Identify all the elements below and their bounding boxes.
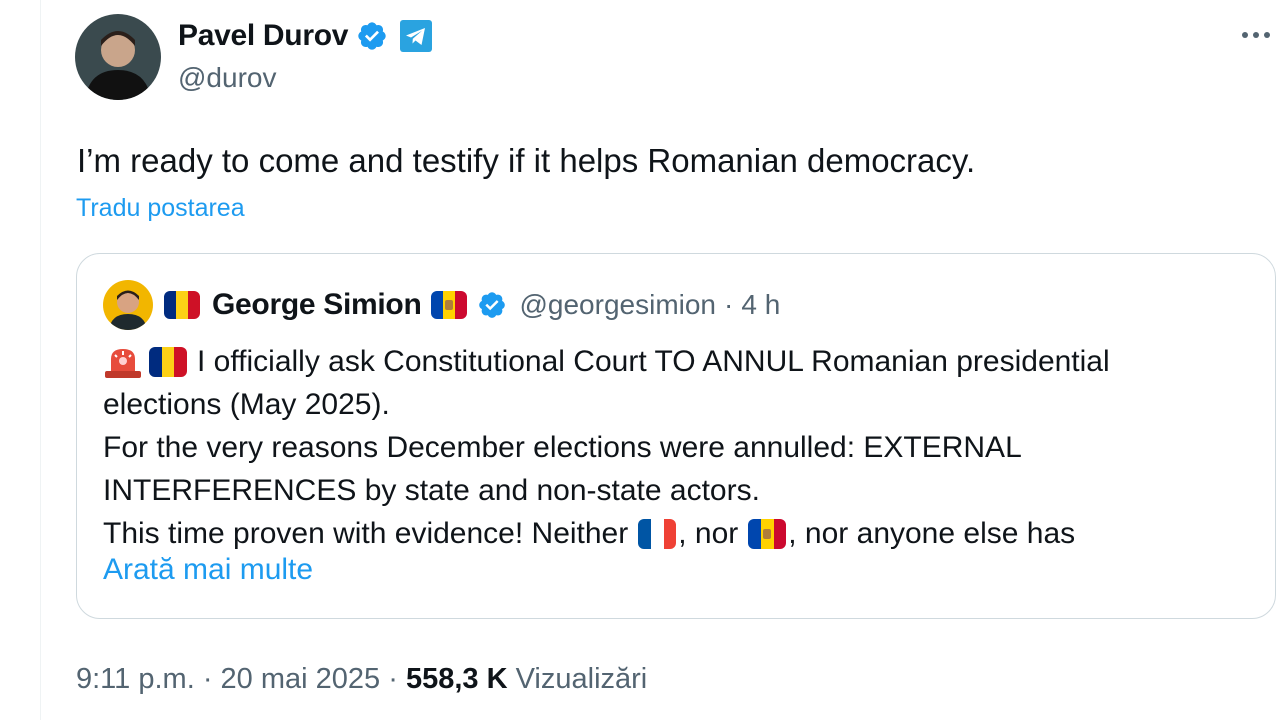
quoted-author-row: George Simion @georgesimion · 4 h — [164, 284, 780, 326]
verified-badge-icon[interactable] — [356, 20, 388, 52]
siren-emoji-icon — [103, 345, 143, 379]
quoted-post-time[interactable]: 4 h — [741, 289, 780, 321]
post-time[interactable]: 9:11 p.m. — [76, 663, 195, 695]
telegram-icon[interactable] — [400, 20, 433, 52]
meta-separator: · — [388, 663, 398, 695]
quoted-text-line: For the very reasons December elections … — [103, 431, 1022, 464]
meta-separator: · — [724, 289, 734, 320]
author-handle[interactable]: @durov — [178, 62, 276, 94]
views-count: 558,3 K — [405, 663, 508, 695]
author-avatar[interactable] — [75, 14, 161, 100]
translate-post-link[interactable]: Tradu postarea — [76, 194, 245, 223]
quoted-text-line: I officially ask Constitutional Court TO… — [197, 345, 1110, 378]
france-flag-icon — [638, 518, 677, 549]
author-name-row: Pavel Durov — [178, 16, 433, 56]
show-more-link[interactable]: Arată mai multe — [103, 553, 313, 587]
timeline-divider — [40, 0, 41, 720]
moldova-flag-icon — [431, 291, 468, 319]
quoted-text-line: INTERFERENCES by state and non-state act… — [103, 474, 760, 507]
quoted-author-name[interactable]: George Simion — [212, 288, 422, 322]
quoted-author-avatar[interactable] — [103, 280, 153, 330]
quoted-text-fragment: , nor anyone else has — [788, 517, 1076, 550]
quoted-text-line: elections (May 2025). — [103, 388, 390, 421]
romania-flag-icon — [164, 291, 200, 319]
views-label: Vizualizări — [515, 663, 648, 695]
verified-badge-icon[interactable] — [477, 290, 507, 320]
quoted-author-handle[interactable]: @georgesimion — [519, 289, 716, 321]
romania-flag-icon — [149, 346, 187, 377]
more-options-icon[interactable] — [1238, 22, 1274, 48]
author-name[interactable]: Pavel Durov — [178, 19, 348, 53]
quoted-text-line: This time proven with evidence! Neither — [103, 517, 629, 550]
quoted-tweet-body: I officially ask Constitutional Court TO… — [103, 340, 1263, 555]
tweet-text: I’m ready to come and testify if it help… — [77, 142, 976, 179]
post-date[interactable]: 20 mai 2025 — [221, 663, 381, 695]
meta-separator: · — [202, 663, 213, 695]
post-metadata: 9:11 p.m. · 20 mai 2025 · 558,3 K Vizual… — [76, 663, 647, 696]
quoted-text-fragment: , nor — [678, 517, 739, 550]
moldova-flag-icon — [748, 518, 787, 549]
